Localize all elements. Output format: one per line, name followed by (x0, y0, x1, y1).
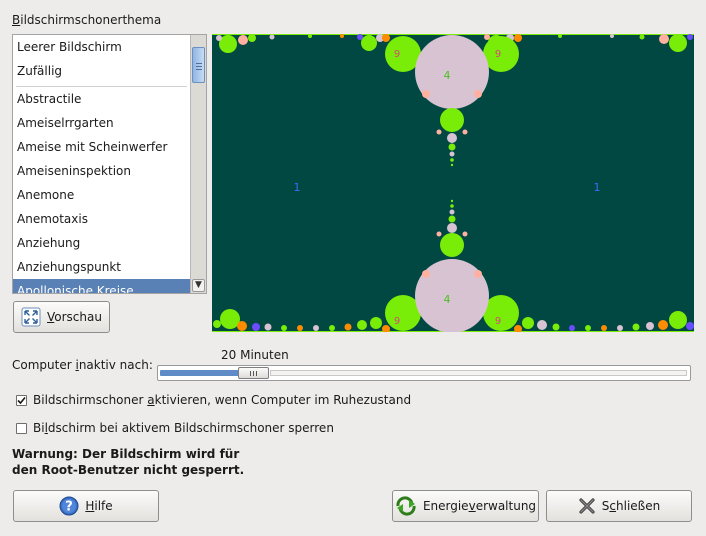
preview-button-label: Vorschau (47, 310, 102, 324)
circle-label: 9 (495, 316, 501, 327)
preview-button[interactable]: Vorschau (13, 301, 110, 333)
warning-line-1: Warnung: Der Bildschirm wird für (12, 447, 240, 461)
theme-list-item[interactable]: Anemotaxis (13, 207, 190, 231)
theme-list[interactable]: Leerer Bildschirm Zufällig Abstractile A… (12, 34, 207, 294)
theme-list-item[interactable]: Anziehungspunkt (13, 255, 190, 279)
close-icon (579, 498, 595, 514)
section-title-rest: ildschirmschonerthema (20, 13, 162, 27)
theme-list-item[interactable]: Anziehung (13, 231, 190, 255)
scroll-down-arrow-icon[interactable]: ▼ (192, 279, 205, 292)
power-management-icon (396, 496, 416, 516)
idle-slider[interactable] (157, 365, 691, 381)
idle-value: 20 Minuten (221, 348, 289, 362)
root-warning: Warnung: Der Bildschirm wird für den Roo… (12, 446, 244, 478)
theme-list-item[interactable]: Ameise mit Scheinwerfer (13, 135, 190, 159)
help-button[interactable]: ? Hilfe (13, 490, 159, 522)
section-title-mnemonic: B (12, 13, 21, 27)
theme-list-item[interactable]: Abstractile (13, 87, 190, 111)
theme-list-item-random[interactable]: Zufällig (13, 59, 190, 83)
power-management-button[interactable]: Energieverwaltung (392, 490, 539, 522)
preview-area: 1 1 4 4 9 9 9 9 (212, 34, 694, 332)
slider-fill (160, 370, 245, 376)
activate-screensaver-checkbox[interactable] (16, 394, 27, 406)
close-button-label: Schließen (601, 499, 661, 513)
close-button[interactable]: Schließen (546, 490, 692, 522)
theme-list-item[interactable]: Ameiseninspektion (13, 159, 190, 183)
power-management-label: Energieverwaltung (422, 499, 537, 513)
help-button-label: Hilfe (85, 499, 113, 513)
help-icon: ? (59, 496, 79, 516)
idle-label: Computer inaktiv nach: (12, 358, 153, 372)
circle-label: 4 (444, 69, 451, 82)
activate-screensaver-label: Bildschirmschoner aktivieren, wenn Compu… (33, 393, 412, 407)
circle-label: 1 (594, 181, 601, 194)
circle-label: 4 (444, 293, 451, 306)
scrollbar-thumb[interactable] (192, 47, 205, 83)
activate-screensaver-row[interactable]: Bildschirmschoner aktivieren, wenn Compu… (16, 393, 411, 407)
fullscreen-icon (21, 307, 41, 327)
slider-handle[interactable] (238, 367, 269, 379)
checkmark-icon (17, 396, 26, 404)
circle-label: 9 (394, 49, 400, 60)
theme-list-item[interactable]: Anemone (13, 183, 190, 207)
theme-list-item-blank[interactable]: Leerer Bildschirm (13, 35, 190, 59)
circle-label: 1 (294, 181, 301, 194)
lock-screen-row[interactable]: Bildschirm bei aktivem Bildschirmschoner… (16, 421, 334, 435)
theme-list-scrollbar[interactable]: ▼ (190, 35, 206, 293)
apollonian-circles-preview: 1 1 4 4 9 9 9 9 (212, 34, 694, 332)
lock-screen-checkbox[interactable] (16, 422, 27, 434)
section-title: Bildschirmschonerthema (12, 13, 161, 27)
circle-label: 9 (495, 49, 501, 60)
slider-rest (270, 370, 687, 376)
svg-text:?: ? (66, 500, 74, 515)
theme-list-item[interactable]: Ameiselrrgarten (13, 111, 190, 135)
theme-list-item-selected[interactable]: Apollonische Kreise (13, 279, 190, 293)
warning-line-2: den Root-Benutzer nicht gesperrt. (12, 463, 245, 477)
lock-screen-label: Bildschirm bei aktivem Bildschirmschoner… (33, 421, 334, 435)
circle-label: 9 (394, 316, 400, 327)
